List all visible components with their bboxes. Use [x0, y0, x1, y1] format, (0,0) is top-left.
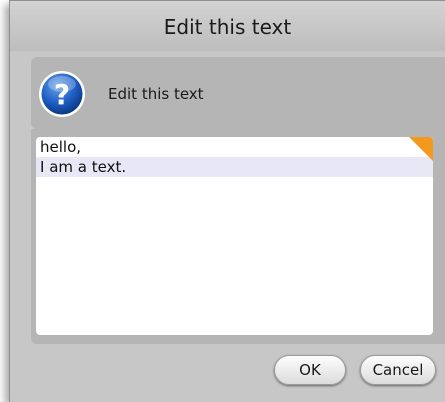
- edit-text-dialog: Edit this text ? Edit this text hello, I…: [9, 0, 445, 402]
- resize-corner: [409, 137, 433, 161]
- dialog-title: Edit this text: [163, 15, 292, 39]
- text-editor[interactable]: hello, I am a text.: [36, 137, 433, 335]
- svg-text:?: ?: [54, 78, 70, 111]
- dialog-message: Edit this text: [108, 85, 204, 103]
- title-bar[interactable]: Edit this text: [10, 1, 445, 51]
- question-icon: ?: [39, 71, 85, 117]
- editor-line-current[interactable]: I am a text.: [36, 157, 433, 177]
- ok-button[interactable]: OK: [274, 355, 346, 385]
- editor-line[interactable]: hello,: [36, 137, 433, 157]
- cancel-button[interactable]: Cancel: [360, 355, 436, 385]
- text-panel: hello, I am a text.: [31, 129, 445, 344]
- message-panel: ? Edit this text: [31, 57, 445, 129]
